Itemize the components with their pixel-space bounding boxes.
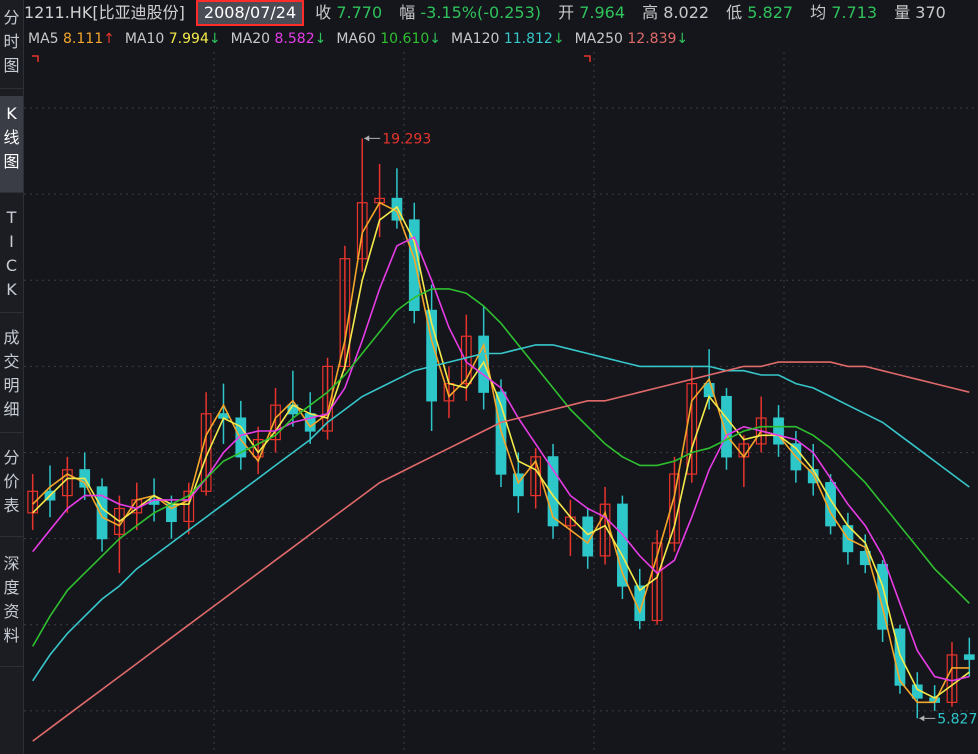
arrow-down-icon: ↓ — [208, 31, 221, 47]
ma-value: 11.812 — [503, 31, 553, 47]
ma-name: MA250 — [574, 31, 628, 47]
kline-chart[interactable]: 19.293 5.827 — [24, 52, 978, 754]
volume-label: 量 — [894, 3, 911, 22]
sidebar-separator — [0, 536, 23, 537]
annotation-arrowhead — [919, 715, 925, 722]
sidebar-separator — [0, 192, 23, 193]
high-value: 8.022 — [663, 3, 710, 22]
change-value: -3.15%(-0.253) — [420, 3, 542, 22]
quote-bar: 1211.HK[比亚迪股份] 2008/07/24 收 7.770 幅 -3.1… — [24, 0, 978, 26]
sidebar-tab-char: T — [6, 208, 17, 227]
sidebar-tab-char: 资 — [3, 602, 20, 621]
sidebar-tab-char: 图 — [3, 56, 20, 75]
arrow-down-icon: ↓ — [676, 31, 689, 47]
annotation-label: 19.293 — [382, 131, 431, 147]
sidebar-separator — [0, 666, 23, 667]
sidebar-separator — [0, 312, 23, 313]
sidebar-tab-char: 分 — [3, 8, 20, 27]
low-label: 低 — [726, 3, 743, 22]
volume-value: 370 — [915, 3, 946, 22]
ma-value: 8.111 — [63, 31, 104, 47]
arrow-up-icon: ↑ — [103, 31, 115, 47]
sidebar-tab-2[interactable]: TICK — [0, 200, 23, 313]
period-marker-icon — [32, 55, 39, 62]
open-value: 7.964 — [579, 3, 626, 22]
annotation-label: 5.827 — [937, 711, 977, 727]
sidebar-tab-char: 明 — [3, 376, 20, 395]
sidebar-separator — [0, 432, 23, 433]
sidebar-tab-5[interactable]: 深度资料 — [0, 546, 23, 667]
ma-value: 12.839 — [627, 31, 677, 47]
sidebar-tab-char: 深 — [3, 554, 20, 573]
sidebar-tab-4[interactable]: 分价表 — [0, 440, 23, 537]
sidebar-tab-char: 表 — [3, 496, 20, 515]
ma-name: MA10 — [124, 31, 169, 47]
high-label: 高 — [642, 3, 659, 22]
ma-name: MA20 — [230, 31, 275, 47]
ma-value: 8.582 — [274, 31, 315, 47]
sidebar-tab-char: 线 — [3, 128, 20, 147]
sidebar-tab-char: I — [9, 232, 14, 251]
ma-legend-item-ma5: MA5 8.111↑ — [28, 31, 115, 47]
sidebar-tab-char: K — [6, 104, 17, 123]
sidebar-tab-char: 图 — [3, 152, 20, 171]
avg-label: 均 — [810, 3, 827, 22]
sidebar-separator — [0, 88, 23, 89]
sidebar-tab-char: 分 — [3, 448, 20, 467]
sidebar-tab-3[interactable]: 成交明细 — [0, 320, 23, 433]
sidebar-tab-char: 成 — [3, 328, 20, 347]
ma-legend-item-ma10: MA10 7.994↓ — [125, 31, 221, 47]
close-value: 7.770 — [336, 3, 383, 22]
ma-legend-item-ma120: MA120 11.812↓ — [451, 31, 565, 47]
open-label: 开 — [558, 3, 575, 22]
ma-legend-item-ma250: MA250 12.839↓ — [575, 31, 689, 47]
sidebar-tab-char: 时 — [3, 32, 20, 51]
ma-name: MA5 — [28, 31, 64, 47]
ma-legend-item-ma20: MA20 8.582↓ — [231, 31, 327, 47]
sidebar-tab-char: K — [6, 280, 17, 299]
low-value: 5.827 — [747, 3, 794, 22]
candle-body — [96, 486, 108, 540]
annotation-arrowhead — [364, 135, 370, 142]
ma-name: MA120 — [451, 31, 504, 47]
candle-body — [963, 654, 975, 660]
ma-value: 10.610 — [380, 31, 430, 47]
sidebar: 分时图K线图TICK成交明细分价表深度资料 — [0, 0, 24, 754]
date-selector[interactable]: 2008/07/24 — [195, 0, 305, 26]
sidebar-tab-char: 交 — [3, 352, 20, 371]
change-label: 幅 — [399, 3, 416, 22]
ma-name: MA60 — [336, 31, 381, 47]
close-label: 收 — [315, 3, 332, 22]
arrow-down-icon: ↓ — [552, 31, 565, 47]
sidebar-tab-char: 细 — [3, 400, 20, 419]
arrow-down-icon: ↓ — [429, 31, 441, 47]
ma-value: 7.994 — [168, 31, 209, 47]
ma-legend-item-ma60: MA60 10.610↓ — [336, 31, 441, 47]
sidebar-tab-char: 料 — [3, 626, 20, 645]
ma-legend: MA5 8.111↑ MA10 7.994↓ MA20 8.582↓ MA60 10.… — [24, 28, 978, 50]
avg-value: 7.713 — [831, 3, 878, 22]
sidebar-tab-0[interactable]: 分时图 — [0, 0, 23, 89]
sidebar-tab-char: 度 — [3, 578, 20, 597]
stock-symbol[interactable]: 1211.HK[比亚迪股份] — [24, 0, 185, 26]
sidebar-tab-1[interactable]: K线图 — [0, 96, 23, 193]
period-marker-icon — [584, 55, 591, 62]
arrow-down-icon: ↓ — [314, 31, 327, 47]
sidebar-tab-char: C — [5, 256, 18, 275]
sidebar-tab-char: 价 — [3, 472, 20, 491]
candle-body — [894, 628, 906, 686]
